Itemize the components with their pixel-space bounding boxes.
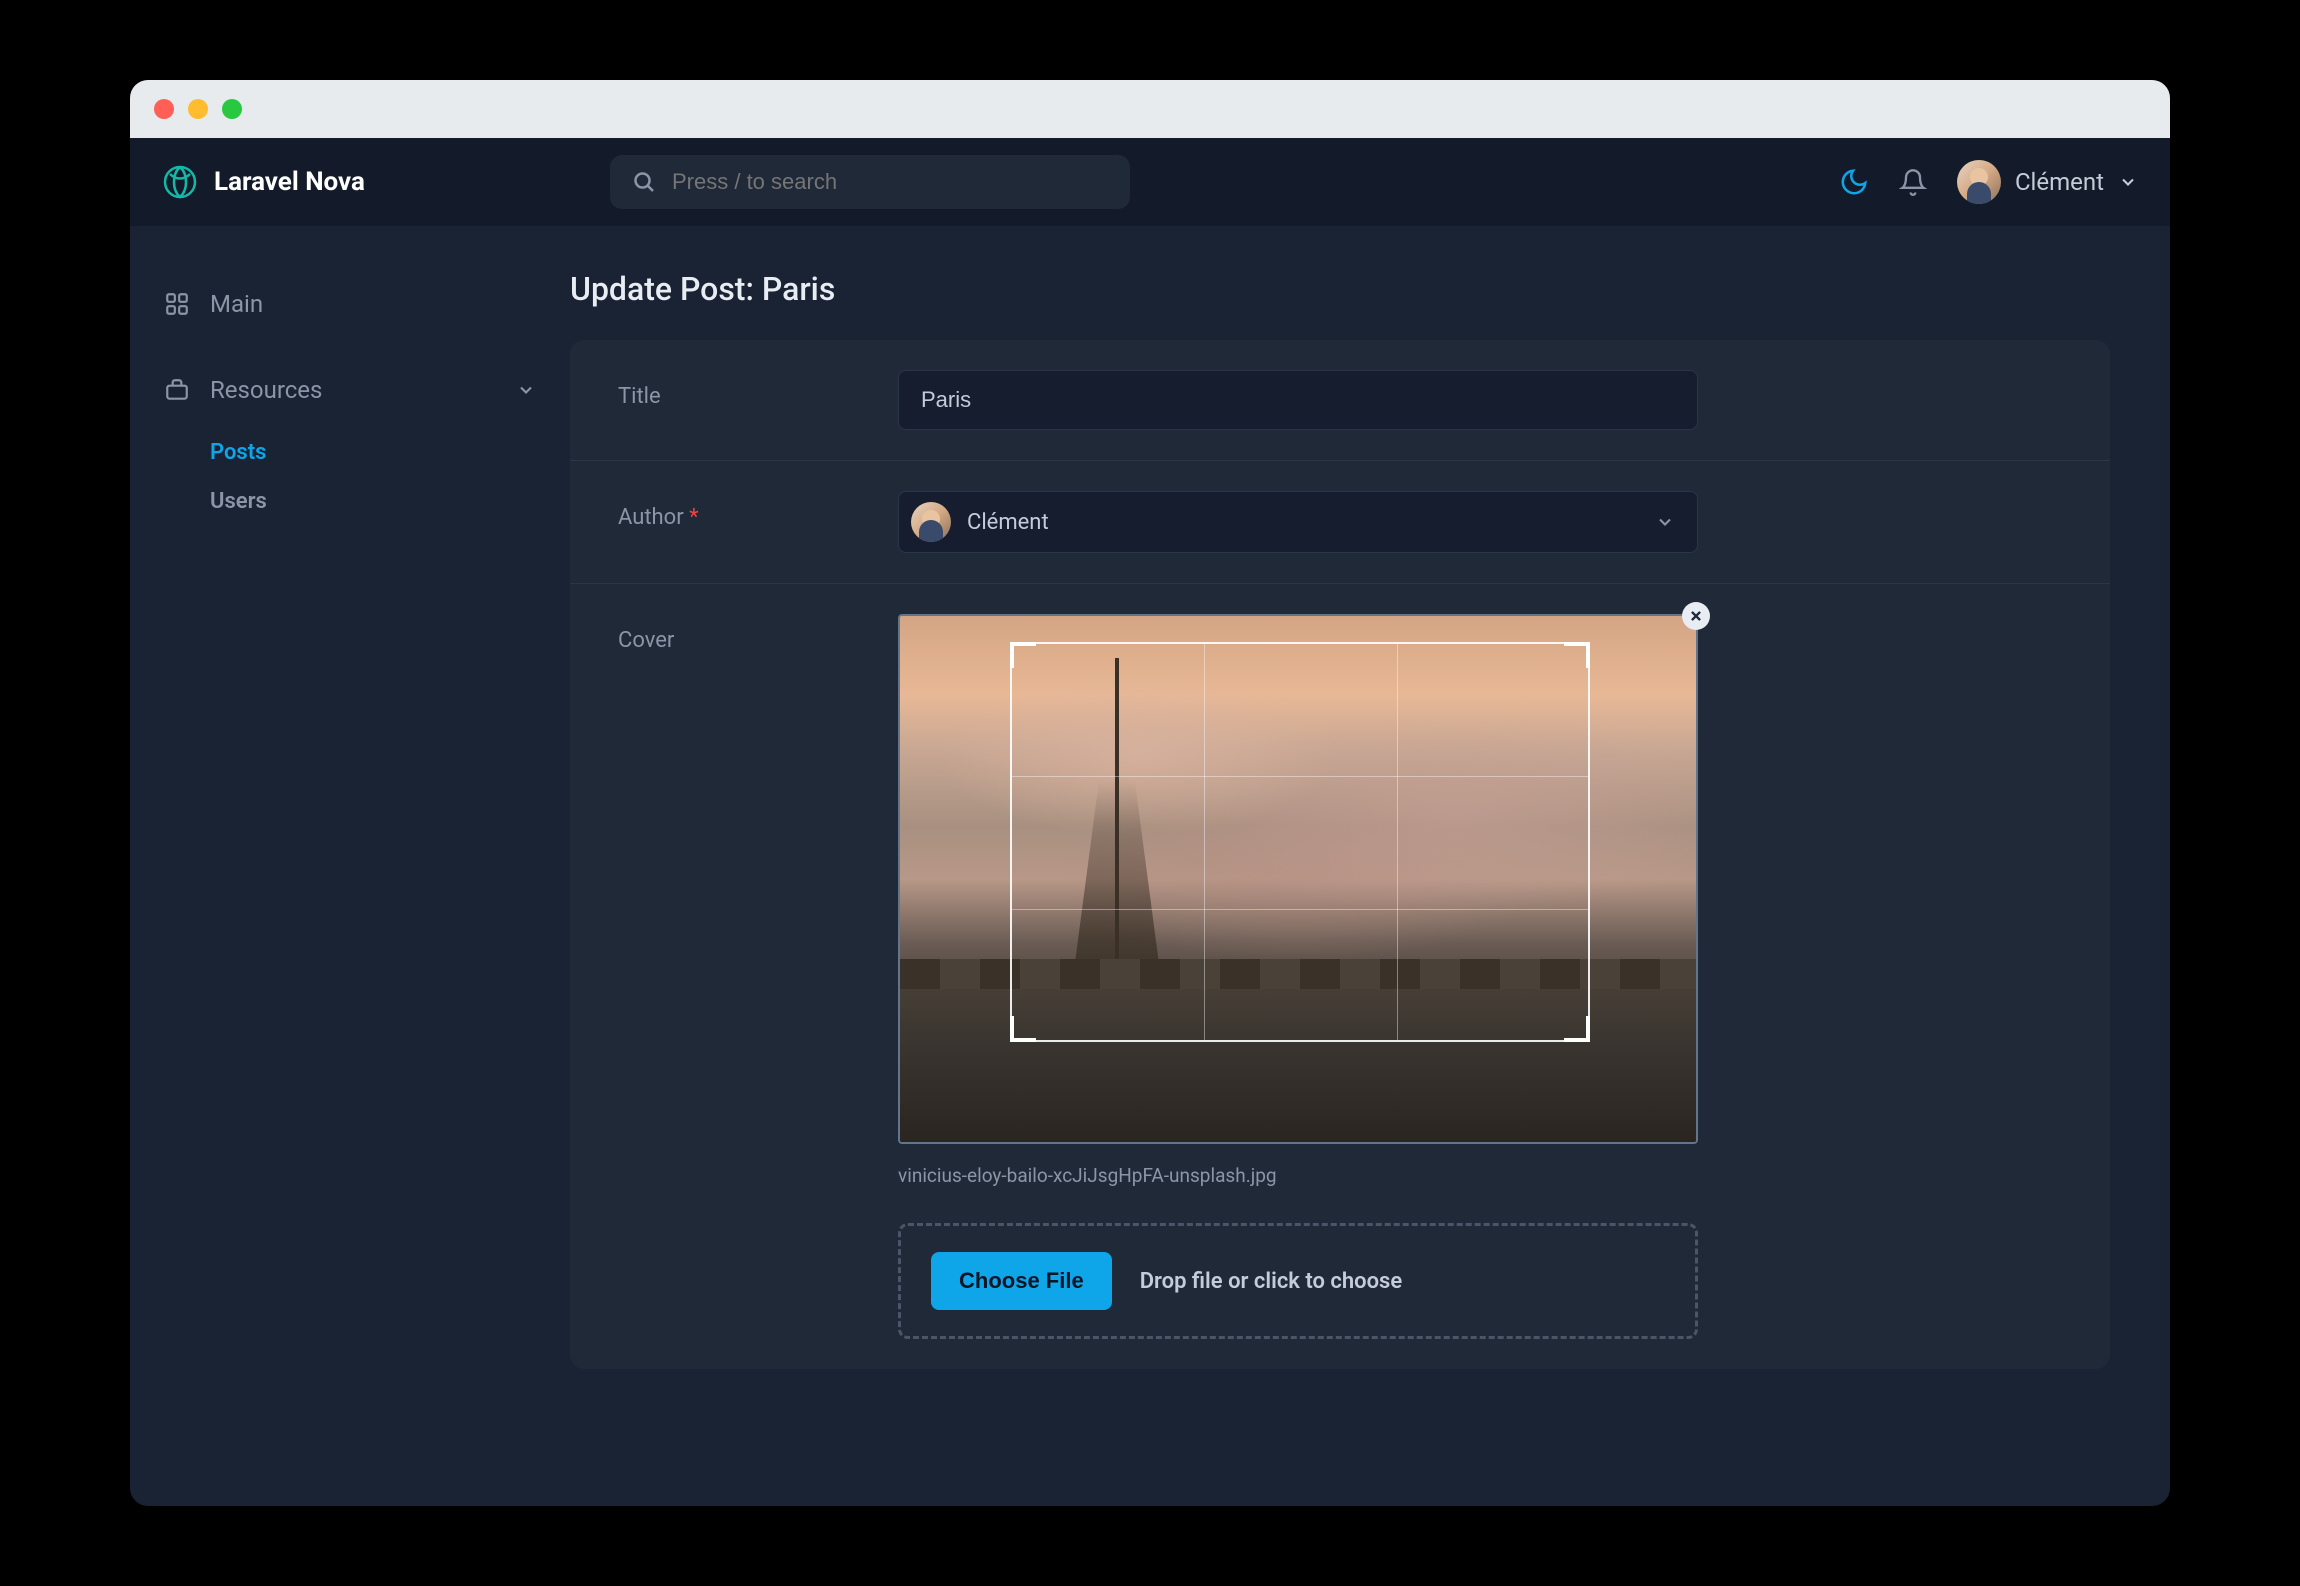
- author-label: Author *: [618, 491, 898, 530]
- form-row-cover: Cover: [570, 584, 2110, 1369]
- sidebar-resources-label: Resources: [210, 376, 322, 404]
- cover-dropzone[interactable]: Choose File Drop file or click to choose: [898, 1223, 1698, 1339]
- moon-icon: [1839, 167, 1869, 197]
- sidebar-item-resources[interactable]: Resources: [156, 362, 544, 418]
- choose-file-button[interactable]: Choose File: [931, 1252, 1112, 1310]
- user-avatar: [1957, 160, 2001, 204]
- sidebar-item-main[interactable]: Main: [156, 276, 544, 332]
- search-icon: [632, 170, 656, 194]
- sidebar-item-users[interactable]: Users: [210, 477, 544, 526]
- sidebar: Main Resources Posts Users: [130, 226, 570, 1506]
- brand-logo-icon: [162, 164, 198, 200]
- cover-label: Cover: [618, 614, 898, 653]
- title-input[interactable]: [898, 370, 1698, 430]
- app-window: Laravel Nova Clément Main: [130, 80, 2170, 1506]
- bell-icon: [1899, 168, 1927, 196]
- notifications-button[interactable]: [1899, 168, 1927, 196]
- page-title: Update Post: Paris: [570, 270, 2110, 308]
- author-avatar: [911, 502, 951, 542]
- grid-icon: [164, 291, 190, 317]
- form-row-title: Title: [570, 340, 2110, 461]
- sidebar-subitems: Posts Users: [156, 428, 544, 526]
- crop-handle-bl[interactable]: [1010, 1016, 1036, 1042]
- chevron-down-icon: [1655, 512, 1675, 532]
- crop-handle-tl[interactable]: [1010, 642, 1036, 668]
- window-titlebar: [130, 80, 2170, 138]
- form-row-author: Author * Clément: [570, 461, 2110, 584]
- header-actions: Clément: [1839, 160, 2138, 204]
- window-minimize-button[interactable]: [188, 99, 208, 119]
- chevron-down-icon: [2118, 172, 2138, 192]
- form-card: Title Author * Clément: [570, 340, 2110, 1369]
- close-icon: [1689, 609, 1703, 623]
- sidebar-main-label: Main: [210, 290, 263, 318]
- cover-filename: vinicius-eloy-bailo-xcJiJsgHpFA-unsplash…: [898, 1164, 1698, 1187]
- window-maximize-button[interactable]: [222, 99, 242, 119]
- cover-image[interactable]: [898, 614, 1698, 1144]
- crop-handle-tr[interactable]: [1564, 642, 1590, 668]
- brand[interactable]: Laravel Nova: [162, 164, 582, 200]
- author-value: Clément: [967, 510, 1049, 535]
- dropzone-hint: Drop file or click to choose: [1140, 1269, 1403, 1294]
- window-close-button[interactable]: [154, 99, 174, 119]
- cover-preview-wrap: [898, 614, 1698, 1144]
- sidebar-item-posts[interactable]: Posts: [210, 428, 544, 477]
- remove-cover-button[interactable]: [1682, 602, 1710, 630]
- app-body: Main Resources Posts Users Update Post: …: [130, 226, 2170, 1506]
- brand-name: Laravel Nova: [214, 167, 365, 197]
- theme-toggle-button[interactable]: [1839, 167, 1869, 197]
- crop-overlay[interactable]: [1010, 642, 1590, 1042]
- user-menu[interactable]: Clément: [1957, 160, 2138, 204]
- user-name: Clément: [2015, 168, 2104, 196]
- crop-handle-br[interactable]: [1564, 1016, 1590, 1042]
- required-indicator: *: [689, 505, 698, 530]
- search-box[interactable]: [610, 155, 1130, 209]
- app-header: Laravel Nova Clément: [130, 138, 2170, 226]
- title-label: Title: [618, 370, 898, 409]
- author-select[interactable]: Clément: [898, 491, 1698, 553]
- chevron-down-icon: [516, 380, 536, 400]
- briefcase-icon: [164, 377, 190, 403]
- search-input[interactable]: [672, 169, 1108, 195]
- main-content: Update Post: Paris Title Author *: [570, 226, 2170, 1506]
